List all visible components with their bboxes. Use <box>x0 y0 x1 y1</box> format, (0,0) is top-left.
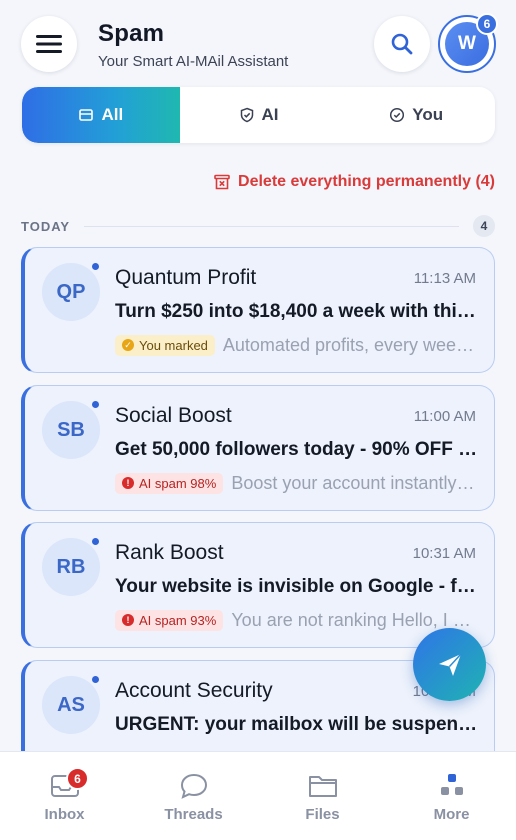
compose-button[interactable] <box>413 628 486 701</box>
nav-threads-label: Threads <box>164 806 223 823</box>
unread-indicator <box>91 400 100 409</box>
profile-avatar-button[interactable]: W 6 <box>438 13 498 73</box>
email-subject: Turn $250 into $18,400 a week with this … <box>115 301 479 322</box>
tab-all-label: All <box>101 105 124 124</box>
check-circle-icon <box>390 107 405 123</box>
email-time: 11:00 AM <box>413 408 476 425</box>
tab-ai[interactable]: AI <box>180 87 338 143</box>
you-marked-badge: ✓ You marked <box>115 334 215 356</box>
email-preview: Boost your account instantly with real f… <box>231 472 479 493</box>
email-meta: ! AI spam 93% You are not ranking Hello,… <box>115 608 479 632</box>
check-badge-icon: ✓ <box>122 339 134 351</box>
tab-ai-label: AI <box>261 105 279 124</box>
email-time: 11:13 AM <box>413 270 476 287</box>
email-meta: ✓ You marked Automated profits, every we… <box>115 333 479 357</box>
more-grid-icon <box>440 774 463 795</box>
sender-avatar: RB <box>42 538 100 596</box>
sender-name: Rank Boost <box>115 541 224 564</box>
alert-icon: ! <box>122 477 134 489</box>
email-card[interactable]: SB Social Boost 11:00 AM Get 50,000 foll… <box>21 385 495 511</box>
spam-screen: Spam Your Smart AI-MAil Assistant W 6 Al… <box>0 0 516 840</box>
unread-indicator <box>91 675 100 684</box>
ai-spam-badge: ! AI spam 93% <box>115 609 224 631</box>
alert-icon: ! <box>122 614 134 626</box>
section-label: TODAY <box>21 218 71 234</box>
nav-more[interactable]: More <box>387 752 516 840</box>
nav-threads[interactable]: Threads <box>129 752 258 840</box>
sender-name: Social Boost <box>115 404 232 427</box>
nav-more-label: More <box>433 806 470 823</box>
sender-avatar: QP <box>42 263 100 321</box>
nav-inbox-label: Inbox <box>44 806 85 823</box>
date-section-header: TODAY 4 <box>21 215 495 237</box>
email-card[interactable]: QP Quantum Profit 11:13 AM Turn $250 int… <box>21 247 495 373</box>
delete-all-label: Delete everything permanently (4) <box>238 173 495 190</box>
email-subject: URGENT: your mailbox will be suspended <box>115 714 479 735</box>
send-icon <box>438 652 462 676</box>
sender-name: Quantum Profit <box>115 266 257 289</box>
sender-avatar: SB <box>42 401 100 459</box>
tab-you-label: You <box>412 105 444 124</box>
page-subtitle: Your Smart AI-MAil Assistant <box>98 53 289 70</box>
bottom-nav: Inbox 6 Threads Files More <box>0 751 516 840</box>
section-count: 4 <box>473 215 495 237</box>
tag-label: You marked <box>139 337 208 353</box>
search-icon <box>391 33 413 55</box>
section-divider <box>84 225 459 227</box>
unread-indicator <box>91 262 100 271</box>
email-card[interactable]: RB Rank Boost 10:31 AM Your website is i… <box>21 522 495 648</box>
sender-avatar: AS <box>42 676 100 734</box>
nav-files[interactable]: Files <box>258 752 387 840</box>
email-preview: You are not ranking Hello, I noticed you… <box>231 609 479 630</box>
inbox-tray-icon <box>79 109 94 121</box>
ai-spam-badge: ! AI spam 98% <box>115 472 224 494</box>
sender-name: Account Security <box>115 679 273 702</box>
page-title: Spam <box>98 20 165 47</box>
folder-icon <box>308 776 337 797</box>
menu-button[interactable] <box>21 16 77 72</box>
nav-files-label: Files <box>305 806 340 823</box>
trash-x-icon <box>214 174 230 190</box>
inbox-unread-badge: 6 <box>66 767 89 790</box>
delete-all-button[interactable]: Delete everything permanently (4) <box>213 173 495 191</box>
notification-badge: 6 <box>476 13 498 35</box>
hamburger-icon <box>36 35 62 53</box>
email-time: 10:31 AM <box>412 545 476 562</box>
filter-tabs: All AI You <box>22 87 495 143</box>
chat-bubble-icon <box>180 773 207 799</box>
email-subject: Your website is invisible on Google - fi… <box>115 576 479 597</box>
shield-check-icon <box>240 107 253 123</box>
tab-all[interactable]: All <box>22 87 180 143</box>
email-preview: Automated profits, every week, no experi… <box>222 334 479 355</box>
title-block: Spam Your Smart AI-MAil Assistant <box>98 20 288 70</box>
email-subject: Get 50,000 followers today - 90% OFF lim… <box>115 439 479 460</box>
email-meta: ! AI spam 98% Boost your account instant… <box>115 471 479 495</box>
unread-indicator <box>91 537 100 546</box>
tab-you[interactable]: You <box>337 87 495 143</box>
nav-inbox[interactable]: Inbox 6 <box>0 752 129 840</box>
header: Spam Your Smart AI-MAil Assistant W 6 <box>21 13 498 73</box>
tag-label: AI spam 98% <box>139 475 217 491</box>
search-button[interactable] <box>374 16 430 72</box>
tag-label: AI spam 93% <box>139 612 217 628</box>
